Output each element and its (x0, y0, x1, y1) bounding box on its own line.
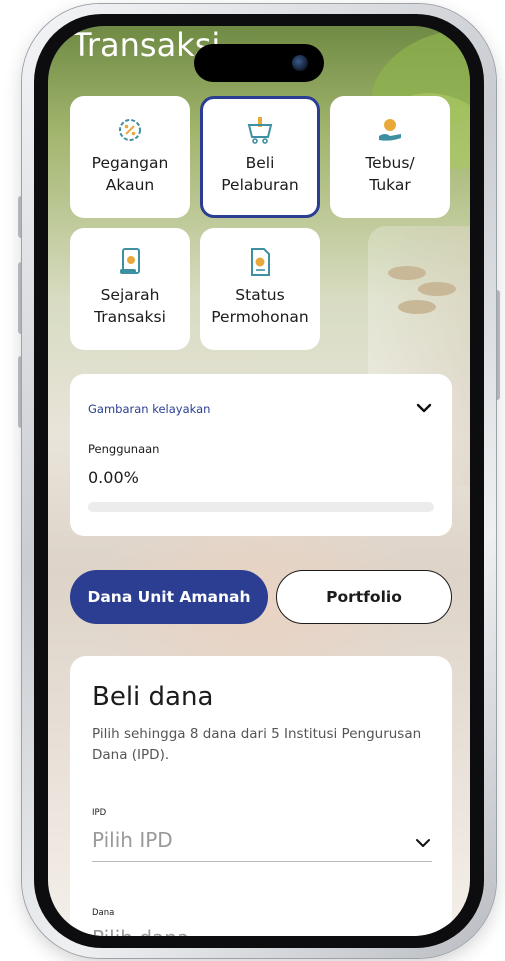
scroll-icon (114, 246, 146, 278)
usage-label: Penggunaan (88, 442, 160, 456)
buy-fund-title: Beli dana (92, 682, 214, 712)
eligibility-title[interactable]: Gambaran kelayakan (88, 402, 210, 416)
tile-pegangan-akaun[interactable]: Pegangan Akaun (70, 96, 190, 218)
usage-value: 0.00% (88, 468, 139, 487)
chevron-down-icon[interactable] (414, 398, 434, 418)
tile-tebus-tukar[interactable]: Tebus/ Tukar (330, 96, 450, 218)
dana-unit-amanah-button[interactable]: Dana Unit Amanah (70, 570, 268, 624)
chevron-down-icon (414, 834, 432, 852)
buy-fund-description: Pilih sehingga 8 dana dari 5 Institusi P… (92, 726, 422, 763)
portfolio-button[interactable]: Portfolio (276, 570, 452, 624)
tile-beli-pelaburan[interactable]: Beli Pelaburan (200, 96, 320, 218)
shopping-cart-icon (244, 114, 276, 146)
tile-sejarah-transaksi[interactable]: Sejarah Transaksi (70, 228, 190, 350)
usage-progress-bar (88, 502, 434, 512)
background-coin (388, 266, 426, 280)
tile-label-line2: Akaun (105, 176, 155, 194)
tile-label-line2: Tukar (369, 176, 411, 194)
tile-label-line1: Tebus/ (365, 154, 415, 172)
dynamic-island (194, 44, 324, 82)
tile-label-line2: Transaksi (94, 308, 166, 326)
tile-label-line1: Status (235, 286, 285, 304)
ipd-select-value: Pilih IPD (92, 828, 173, 852)
chevron-down-icon (414, 932, 432, 936)
ipd-field-label: IPD (92, 808, 107, 818)
tile-label-line1: Sejarah (100, 286, 160, 304)
document-check-icon (244, 246, 276, 278)
eligibility-card: Gambaran kelayakan Penggunaan 0.00% (70, 374, 452, 536)
buy-fund-card: Beli dana Pilih sehingga 8 dana dari 5 I… (70, 656, 452, 936)
fund-field-label: Dana (92, 908, 115, 918)
tile-label-line2: Pelaburan (221, 176, 299, 194)
tile-label-line2: Permohonan (211, 308, 309, 326)
hand-coin-icon (374, 114, 406, 146)
tile-label-line1: Pegangan (91, 154, 169, 172)
percent-badge-icon (114, 114, 146, 146)
background-coin (418, 282, 456, 296)
tile-status-permohonan[interactable]: Status Permohonan (200, 228, 320, 350)
ipd-select[interactable]: Pilih IPD (92, 822, 432, 862)
fund-select-value: Pilih dana (92, 926, 189, 936)
tile-label-line1: Beli (245, 154, 275, 172)
fund-select[interactable]: Pilih dana (92, 920, 432, 936)
app-screen: Transaksi Pegangan Akaun Beli Pelaburan … (48, 26, 470, 936)
front-camera (292, 55, 308, 71)
background-coin (398, 300, 436, 314)
